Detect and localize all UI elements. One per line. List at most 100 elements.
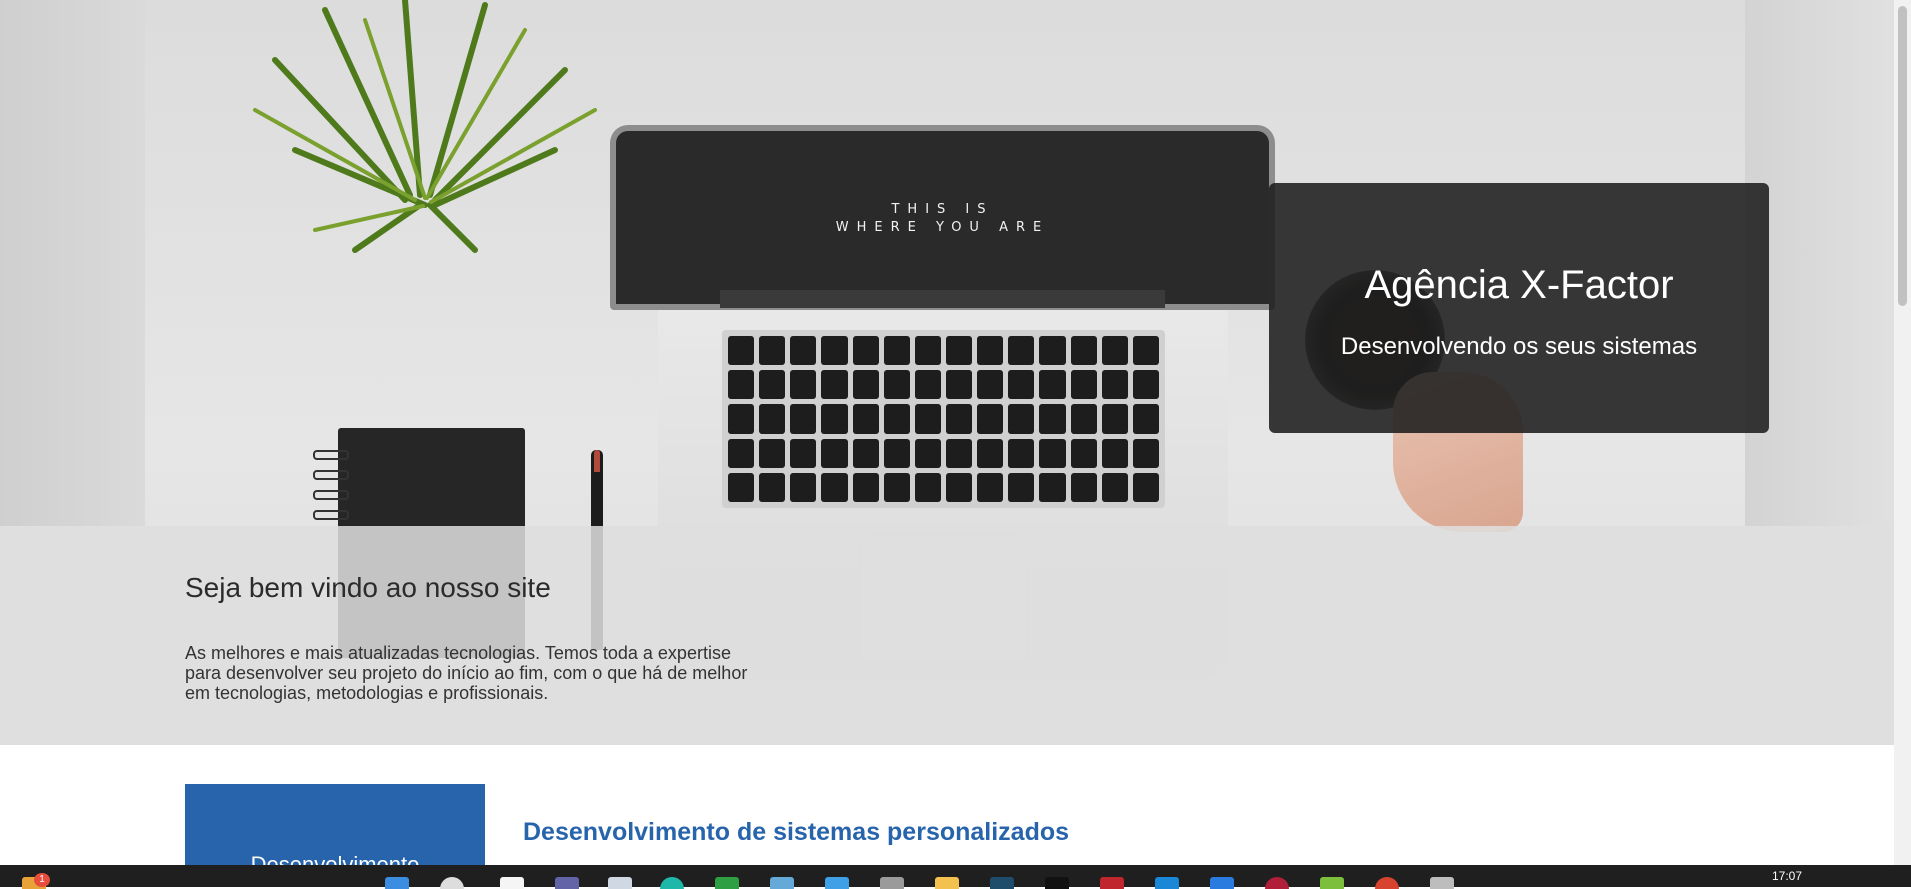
keyboard-key (945, 472, 973, 502)
keyboard-key (1070, 370, 1097, 400)
keyboard-key (759, 438, 786, 468)
notepad-icon[interactable] (608, 877, 632, 889)
terminal-icon[interactable] (715, 877, 739, 889)
monitor-icon[interactable] (770, 877, 794, 889)
keyboard-key (790, 370, 817, 400)
keyboard-key (1070, 472, 1097, 502)
keyboard-key (790, 404, 817, 434)
welcome-title: Seja bem vindo ao nosso site (185, 572, 551, 603)
search-icon[interactable] (440, 877, 464, 889)
keyboard-key (790, 472, 817, 502)
keyboard-key (914, 438, 941, 468)
keyboard-key (821, 336, 848, 366)
store-icon[interactable] (1210, 877, 1234, 889)
keyboard-key (1132, 404, 1159, 434)
folder-icon[interactable] (935, 877, 959, 889)
keyboard-key (821, 404, 848, 434)
keyboard-key (945, 370, 973, 400)
laptop-screen-line-2: WHERE YOU ARE (835, 220, 1050, 235)
app-icon[interactable] (1155, 877, 1179, 889)
keyboard-key (977, 472, 1004, 502)
photos-icon[interactable] (825, 877, 849, 889)
keyboard-key (821, 472, 848, 502)
keyboard-key (1132, 336, 1159, 366)
keyboard-key (1008, 438, 1035, 468)
app-icon[interactable] (1320, 877, 1344, 889)
app-icon[interactable] (1045, 877, 1069, 889)
edge-icon[interactable] (660, 877, 684, 889)
laptop-screen-text: THIS IS WHERE YOU ARE (616, 201, 1269, 237)
welcome-text: As melhores e mais atualizadas tecnologi… (185, 643, 825, 703)
scrollbar-thumb[interactable] (1898, 6, 1907, 306)
hero-banner: THIS IS WHERE YOU ARE Seja bem vindo ao … (0, 0, 1911, 745)
taskbar-clock[interactable]: 17:07 (1772, 869, 1802, 883)
keyboard-key (1008, 370, 1035, 400)
keyboard-key (883, 336, 910, 366)
hero-background-left (0, 0, 145, 526)
brand-subtitle: Desenvolvendo os seus sistemas (1340, 333, 1698, 360)
laptop-screen-line-1: THIS IS (891, 202, 994, 217)
keyboard-key (914, 336, 941, 366)
laptop-keyboard (722, 330, 1165, 508)
keyboard-key (790, 438, 817, 468)
keyboard-key (914, 472, 941, 502)
keyboard-key (1101, 472, 1128, 502)
keyboard-key (945, 336, 973, 366)
keyboard-key (1101, 404, 1128, 434)
welcome-text-line-1: As melhores e mais atualizadas tecnologi… (185, 643, 731, 663)
keyboard-key (1039, 404, 1066, 434)
keyboard-key (759, 370, 786, 400)
keyboard-key (759, 472, 786, 502)
laptop-hinge (720, 290, 1165, 308)
windows-taskbar: 1 17:07 (0, 865, 1911, 889)
brand-card: Agência X-Factor Desenvolvendo os seus s… (1269, 183, 1769, 433)
keyboard-key (821, 370, 848, 400)
keyboard-key (759, 404, 786, 434)
disk-icon[interactable] (1430, 877, 1454, 889)
keyboard-key (1070, 404, 1097, 434)
keyboard-key (728, 438, 755, 468)
keyboard-key (1101, 438, 1128, 468)
keyboard-key (1132, 472, 1159, 502)
app-icon[interactable] (1265, 877, 1289, 889)
chrome-icon[interactable] (1375, 877, 1399, 889)
keyboard-key (852, 370, 879, 400)
keyboard-key (977, 370, 1004, 400)
keyboard-key (728, 404, 755, 434)
welcome-text-line-2: para desenvolver seu projeto do início a… (185, 663, 748, 683)
app-icon[interactable] (990, 877, 1014, 889)
keyboard-key (883, 370, 910, 400)
keyboard-key (1101, 336, 1128, 366)
brand-title: Agência X-Factor (1364, 263, 1674, 307)
keyboard-key (945, 404, 973, 434)
hero-background-right (1745, 0, 1911, 526)
keyboard-key (1008, 336, 1035, 366)
teams-icon[interactable] (555, 877, 579, 889)
keyboard-key (914, 370, 941, 400)
keyboard-key (852, 404, 879, 434)
keyboard-key (914, 404, 941, 434)
keyboard-key (883, 438, 910, 468)
keyboard-key (883, 472, 910, 502)
keyboard-key (977, 336, 1004, 366)
settings-icon[interactable] (880, 877, 904, 889)
keyboard-key (852, 336, 879, 366)
notification-badge: 1 (34, 873, 50, 887)
keyboard-key (1039, 370, 1066, 400)
page-scrollbar[interactable] (1894, 0, 1911, 865)
keyboard-key (1132, 370, 1159, 400)
keyboard-key (852, 438, 879, 468)
app-icon[interactable] (1100, 877, 1124, 889)
keyboard-key (945, 438, 973, 468)
file-icon[interactable] (500, 877, 524, 889)
start-icon[interactable] (385, 877, 409, 889)
laptop-screen: THIS IS WHERE YOU ARE (610, 125, 1275, 310)
keyboard-key (1101, 370, 1128, 400)
keyboard-key (759, 336, 786, 366)
keyboard-key (790, 336, 817, 366)
keyboard-key (728, 472, 755, 502)
keyboard-key (728, 370, 755, 400)
keyboard-key (1008, 472, 1035, 502)
keyboard-key (852, 472, 879, 502)
keyboard-key (977, 438, 1004, 468)
